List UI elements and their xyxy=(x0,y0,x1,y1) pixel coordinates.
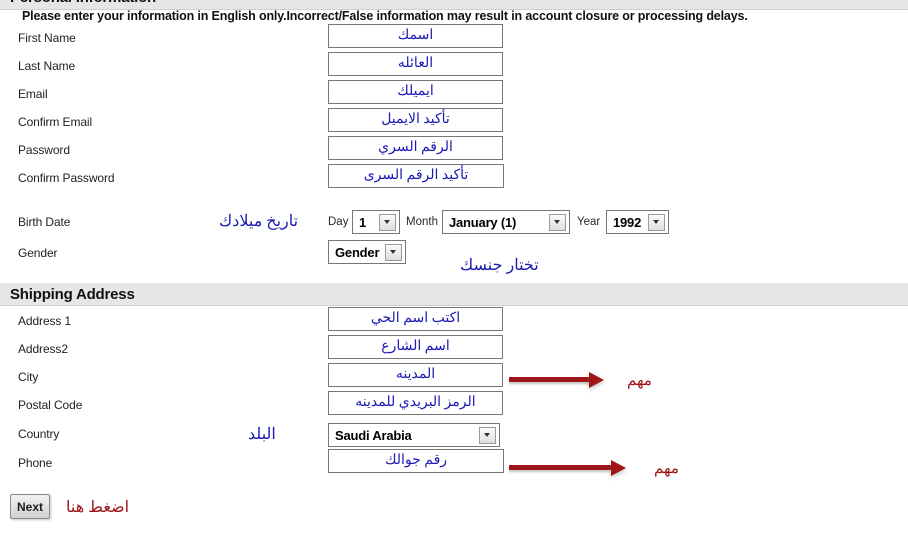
input-confirm-password[interactable]: تأكيد الرقم السرى xyxy=(328,164,504,188)
label-address-2: Address2 xyxy=(18,342,68,356)
input-phone[interactable]: رقم جوالك xyxy=(328,449,504,473)
input-confirm-email[interactable]: تأكيد الايميل xyxy=(328,108,503,132)
label-city: City xyxy=(18,370,39,384)
input-last-name[interactable]: العائله xyxy=(328,52,503,76)
label-year: Year xyxy=(577,216,601,228)
label-day: Day xyxy=(328,216,349,228)
label-birth-date: Birth Date xyxy=(18,215,71,229)
annotation-next-button: اضغط هنا xyxy=(66,499,130,516)
arrow-pointer-phone xyxy=(509,460,626,476)
label-confirm-email: Confirm Email xyxy=(18,115,93,129)
select-gender[interactable]: Gender xyxy=(328,240,406,264)
chevron-down-icon[interactable] xyxy=(379,213,396,231)
annotation-birth-date: تاريخ ميلادك xyxy=(219,213,299,230)
label-first-name: First Name xyxy=(18,31,76,45)
select-gender-value: Gender xyxy=(335,244,380,260)
section-title-shipping-address: Shipping Address xyxy=(10,286,135,303)
label-postal-code: Postal Code xyxy=(18,398,83,412)
label-month: Month xyxy=(406,216,438,228)
select-birth-day[interactable]: 1 xyxy=(352,210,400,234)
select-birth-year[interactable]: 1992 xyxy=(606,210,669,234)
input-email[interactable]: ايميلك xyxy=(328,80,503,104)
input-address-1[interactable]: اكتب اسم الحي xyxy=(328,307,503,331)
section-header-shipping-address: Shipping Address xyxy=(0,283,908,306)
annotation-city-important: مهم xyxy=(627,373,652,389)
chevron-down-icon[interactable] xyxy=(385,243,402,261)
input-city[interactable]: المدينه xyxy=(328,363,503,387)
label-country: Country xyxy=(18,427,60,441)
select-birth-month-value: January (1) xyxy=(449,214,517,230)
select-birth-year-value: 1992 xyxy=(613,214,642,230)
input-address-2[interactable]: اسم الشارع xyxy=(328,335,503,359)
annotation-country: البلد xyxy=(248,426,276,443)
label-phone: Phone xyxy=(18,456,53,470)
arrow-pointer-city xyxy=(509,372,604,388)
chevron-down-icon[interactable] xyxy=(549,213,566,231)
form-notice-text: Please enter your information in English… xyxy=(22,9,748,23)
select-birth-month[interactable]: January (1) xyxy=(442,210,570,234)
label-gender: Gender xyxy=(18,246,58,260)
next-button[interactable]: Next xyxy=(10,494,50,519)
input-postal-code[interactable]: الرمز البريدي للمدينه xyxy=(328,391,503,415)
select-country[interactable]: Saudi Arabia xyxy=(328,423,500,447)
chevron-down-icon[interactable] xyxy=(479,426,496,444)
input-password[interactable]: الرقم السري xyxy=(328,136,503,160)
chevron-down-icon[interactable] xyxy=(648,213,665,231)
input-first-name[interactable]: اسمك xyxy=(328,24,503,48)
label-confirm-password: Confirm Password xyxy=(18,171,115,185)
label-email: Email xyxy=(18,87,48,101)
annotation-phone-important: مهم xyxy=(654,461,679,477)
annotation-gender: تختار جنسك xyxy=(460,257,539,274)
section-title-personal-information: Personal Information xyxy=(10,0,156,6)
label-last-name: Last Name xyxy=(18,59,76,73)
label-address-1: Address 1 xyxy=(18,314,72,328)
select-birth-day-value: 1 xyxy=(359,214,367,230)
select-country-value: Saudi Arabia xyxy=(335,427,412,443)
label-password: Password xyxy=(18,143,70,157)
